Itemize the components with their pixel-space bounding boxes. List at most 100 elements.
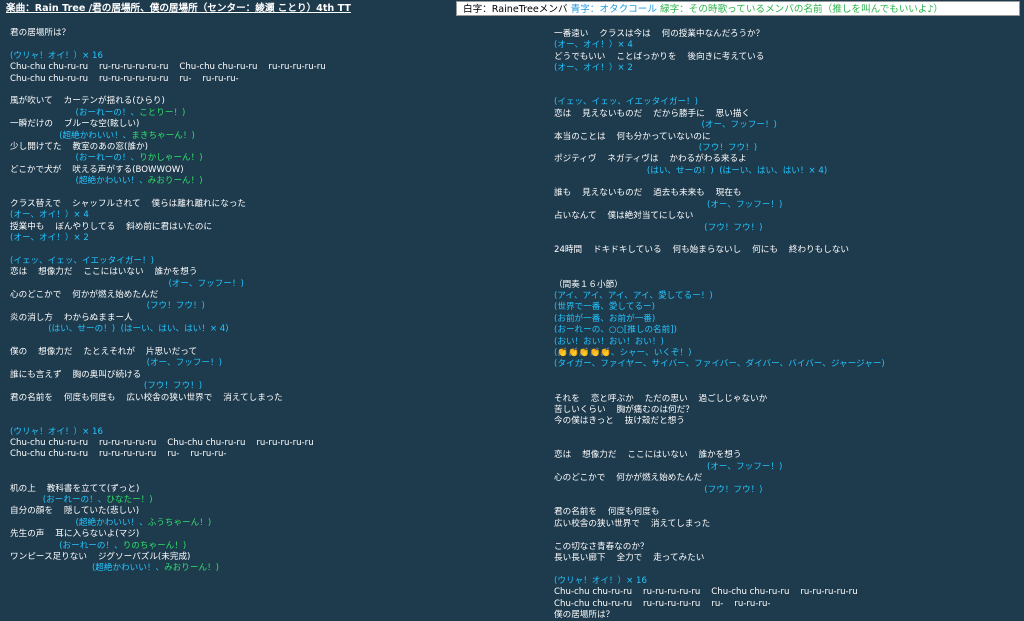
lyric-line: 誰も 見えないものだ 過去も未来も 現在も [554,188,742,199]
member-name: ふうちゃーん！) [147,517,212,528]
lyric-line: Chu-chu chu-ru-ru ru-ru-ru-ru-ru Chu-chu… [554,587,858,598]
lyric-line: どこかで犬が 吠える声がする(BOWWOW) [10,164,184,175]
lyric-line: （間奏１６小節） [554,279,623,290]
lyric-line [554,382,1024,393]
lyric-line: 一番遠い クラスは今は 何の授業中なんだろうか？ [554,29,765,39]
lyric-line: 恋は 想像力だ ここにはいない 誰かを想う [10,267,198,278]
lyric-line: 君の名前を 何度も何度も 広い校舎の狭い世界で 消えてしまった [10,392,283,403]
lyric-line: 君の居場所は？ [10,28,71,38]
lyric-line: 長い長い廊下 全力で 走ってみたい [554,552,705,563]
lyric-line: 自分の顔を 隠していた(悲しい) [10,506,140,517]
lyric-line: (フウ！フウ！) [554,222,763,233]
lyric-line: 恋は 想像力だ ここにはいない 誰かを想う [554,450,742,461]
lyric-line [554,86,1024,97]
left-column: 楽曲：Rain Tree /君の居場所、僕の居場所（センター：綾瀬 ことり）4t… [0,0,520,612]
lyric-line: (はい、せーの！) (はーい、はい、はい！× 4) [554,165,828,176]
lyric-line: (オー、フッフー！) [554,461,783,472]
lyric-line [554,268,1024,279]
color-legend: 白字：RaineTreeメンバ 青字：オタクコール 緑字：その時歌っているメンバ… [456,1,1020,16]
lyric-line [554,75,1024,86]
legend-blue: 青字：オタクコール [570,4,657,15]
lyric-line: 少し開けてた 教室のあの窓(誰か) [10,141,148,152]
lyric-line: (超絶かわいい！、ふうちゃーん！) [10,517,212,528]
lyric-line [554,428,1024,439]
lyric-line [554,530,1024,541]
lyric-line: どうでもいい ことばっかりを 後向きに考えている [554,51,765,62]
lyric-line: (タイガー、ファイヤー、サイバー、ファイバー、ダイバー、バイバー、ジャージャー) [554,359,885,370]
lyric-line: (おい！おい！おい！おい！) [554,336,664,347]
member-name: まきちゃーん！) [131,130,195,141]
member-name: りかしゃーん！) [139,153,203,164]
lyric-line: 風が吹いて カーテンが揺れる(ひらり) [10,96,165,107]
lyric-line: クラス替えで シャッフルされて 僕らは離れ離れになった [10,198,247,209]
lyric-line: Chu-chu chu-ru-ru ru-ru-ru-ru-ru ru- ru-… [10,449,227,460]
lyric-line: (オー、オイ！）× 2 [10,233,89,244]
lyric-line: (オー、オイ！）× 2 [554,63,633,74]
lyric-line: 恋は 見えないものだ だから勝手に 思い描く [554,108,751,119]
lyric-line: Chu-chu chu-ru-ru ru-ru-ru-ru-ru-ru ru- … [10,73,239,84]
lyric-line: 広い校舎の狭い世界で 消えてしまった [554,518,711,529]
lyric-line [554,439,1024,450]
lyric-line [10,415,520,426]
lyric-line: (フウ！フウ！) [554,484,763,495]
lyric-line: (超絶かわいい！、みおりーん！) [10,176,203,187]
lyric-line: それを 恋と呼ぶか ただの思い 過ごしじゃないか [554,393,768,404]
lyric-line: (おーれーの、○○[推しの名前]) [554,325,677,336]
lyric-line [10,461,520,472]
lyric-line: (ウリャ！オイ！）× 16 [10,50,103,61]
lyric-line: Chu-chu chu-ru-ru ru-ru-ru-ru-ru Chu-chu… [10,438,314,449]
lyric-line: (おーれーの！、ことりー！) [10,107,186,118]
lyric-line: (フウ！フウ！) [554,142,758,153]
lyric-line: ポジティヴ ネガティヴは かわるがわる来るよ [554,154,747,165]
lyric-line: Chu-chu chu-ru-ru ru-ru-ru-ru-ru-ru Chu-… [10,62,326,73]
lyric-line: 授業中も ぼんやりしてる 斜め前に君はいたのに [10,221,213,232]
lyric-line: (超絶かわいい！、まきちゃーん！) [10,130,195,141]
lyric-line: (おーれーの！、りのちゃーん！) [10,540,187,551]
lyric-line: この切なさ青春なのか？ [554,541,649,552]
lyric-line: (超絶かわいい！、みおりーん！) [10,563,219,574]
lyric-line: 誰にも言えず 胸の奥叫び続ける [10,369,142,380]
lyric-line [10,39,520,50]
lyric-line: (オー、フッフー！) [10,278,244,289]
lyric-line: Chu-chu chu-ru-ru ru-ru-ru-ru-ru ru- ru-… [554,598,771,609]
lyric-line: (オー、オイ！）× 4 [554,40,633,51]
lyric-line: (世界で一番、愛してるー) [554,302,655,313]
lyric-line [10,404,520,415]
lyric-line: (オー、オイ！）× 4 [10,210,89,221]
lyric-line: 机の上 教科書を立てて(ずっと) [10,483,140,494]
lyric-line: 心のどこかで 何かが燃え始めたんだ [554,473,703,484]
member-name: ことりー！) [139,107,186,118]
lyric-line: (アイ、アイ、アイ、アイ、愛してるー！) [554,290,713,301]
member-name: りのちゃーん！) [122,540,187,551]
member-name: みおりーん！) [147,176,203,187]
lyric-line [554,564,1024,575]
lyric-line: (👏👏👏👏👏、シャー、いくぞ！) [554,347,692,358]
lyric-line: 僕の 想像力だ たとえそれが 片思いだって [10,346,198,357]
lyric-line: (お前が一番、お前が一番) [554,313,656,324]
lyric-line: (イェッ、イェッ、イエッタイガー！) [10,255,154,266]
right-lyrics: 一番遠い クラスは今は 何の授業中なんだろうか？ (オー、オイ！）× 4 どうでもい… [554,29,1024,621]
lyric-line: (ウリャ！オイ！）× 16 [554,575,647,586]
lyric-line [554,257,1024,268]
lyric-line: (オー、フッフー！) [554,199,783,210]
lyric-line: 今の僕はきっと 抜け殻だと想う [554,416,685,427]
legend-green: 緑字：その時歌っているメンバの名前（推しを叫んでもいいよ♪） [660,4,944,15]
lyric-line [554,371,1024,382]
lyric-line: (おーれーの！、ひなたー！) [10,495,153,506]
lyric-line: (フウ！フウ！) [10,301,205,312]
lyric-line [10,187,520,198]
right-column: 白字：RaineTreeメンバ 青字：オタクコール 緑字：その時歌っているメンバ… [448,0,1024,620]
legend-white: 白字：RaineTreeメンバ [463,4,568,15]
lyric-line: 24時間 ドキドキしている 何も始まらないし 何にも 終わりもしない [554,245,850,256]
lyric-line: 君の名前を 何度も何度も [554,507,660,518]
lyric-line [554,496,1024,507]
lyric-line: (オー、フッフー！) [10,358,222,369]
member-name: みおりーん！) [164,563,219,574]
lyric-line [10,85,520,96]
song-title: 楽曲：Rain Tree /君の居場所、僕の居場所（センター：綾瀬 ことり）4t… [6,3,351,14]
lyric-line: (はい、せーの！) (はーい、はい、はい！× 4) [10,324,229,335]
lyric-line [10,472,520,483]
lyric-line: 心のどこかで 何かが燃え始めたんだ [10,289,159,300]
lyric-line: 苦しいくらい 胸が痛むのは何だ？ [554,404,694,415]
lyric-line: (フウ！フウ！) [10,381,203,392]
